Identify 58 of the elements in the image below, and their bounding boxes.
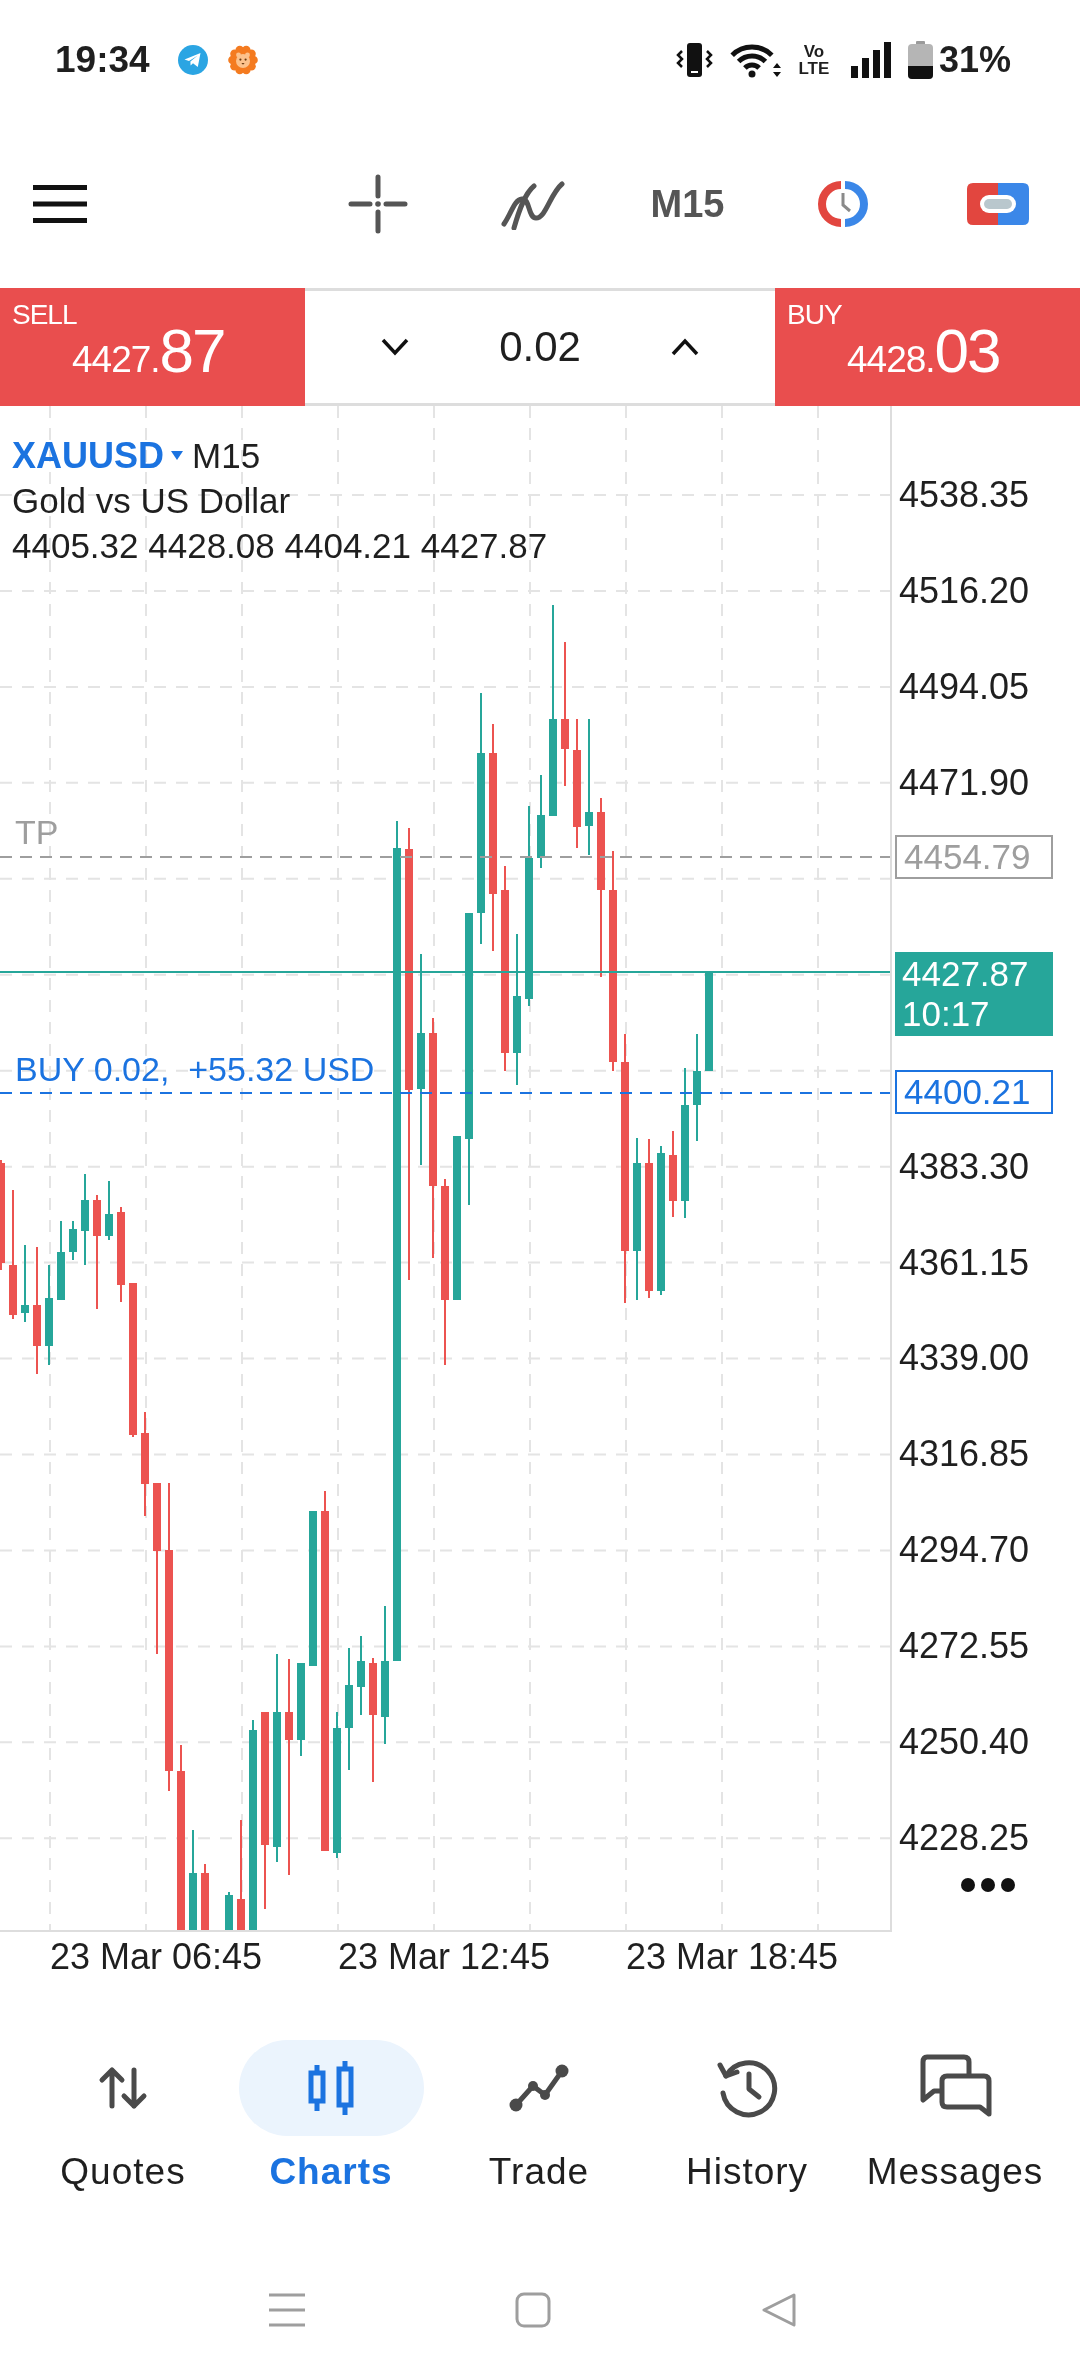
symbol-name[interactable]: XAUUSD <box>12 433 164 478</box>
position-label: BUY 0.02, +55.32 USD <box>15 1049 375 1089</box>
price-tick: 4339.00 <box>899 1337 1030 1380</box>
network-type-label: Vo LTE <box>797 43 831 77</box>
time-tick: 23 Mar 12:45 <box>338 1936 551 1979</box>
timeframe-label: M15 <box>192 435 261 477</box>
price-tick: 4471.90 <box>899 761 1030 804</box>
current-price: 4427.87 <box>902 954 1030 994</box>
price-tick: 4294.70 <box>899 1529 1030 1572</box>
price-tick: 4516.20 <box>899 569 1030 612</box>
price-tick: 4228.25 <box>899 1817 1030 1860</box>
lion-icon <box>227 45 258 75</box>
bar-countdown: 10:17 <box>902 994 991 1034</box>
price-tick: 4272.55 <box>899 1625 1030 1668</box>
signal-icon <box>850 42 891 78</box>
position-price-tag: 4400.21 <box>895 1070 1053 1114</box>
crosshair-icon[interactable] <box>347 174 408 234</box>
square-icon[interactable] <box>515 2291 551 2328</box>
battery-icon <box>907 41 933 79</box>
nav-tab[interactable]: Messages <box>851 2040 1059 2194</box>
take-profit-price-tag: 4454.79 <box>895 835 1053 879</box>
price-tick: 4361.15 <box>899 1241 1030 1284</box>
price-tick: 4316.85 <box>899 1433 1030 1476</box>
chevron-down-icon[interactable] <box>380 336 410 358</box>
status-time: 19:34 <box>55 39 150 81</box>
price-tick: 4538.35 <box>899 473 1030 516</box>
line-chart-icon <box>509 2064 569 2112</box>
paper-plane-icon <box>177 45 208 75</box>
price-tick: 4250.40 <box>899 1721 1030 1764</box>
candlestick <box>69 1221 77 1260</box>
price-tick: 4383.30 <box>899 1145 1030 1188</box>
symbol-description: Gold vs US Dollar <box>12 480 292 522</box>
more-icon[interactable] <box>960 1877 1016 1893</box>
nav-tab[interactable]: Quotes <box>19 2040 227 2194</box>
nav-tab[interactable]: Trade <box>435 2040 643 2194</box>
chevron-up-icon[interactable] <box>670 336 700 358</box>
buy-button[interactable]: BUY 4428.03 <box>775 288 1080 406</box>
caret-icon[interactable] <box>171 451 183 460</box>
time-tick: 23 Mar 06:45 <box>50 1936 263 1979</box>
timeframe-button[interactable]: M15 <box>650 182 725 226</box>
back-icon[interactable] <box>761 2291 797 2328</box>
battery-percentage: 31% <box>938 39 1011 81</box>
ohlc-values: 4405.32 4428.08 4404.21 4427.87 <box>12 525 548 567</box>
candlestick <box>201 1864 209 1930</box>
wave-icon[interactable] <box>499 178 566 230</box>
price-tick: 4494.05 <box>899 665 1030 708</box>
toggle-icon[interactable] <box>966 183 1029 225</box>
candlestick <box>225 1892 233 1930</box>
vibrate-icon <box>675 41 713 79</box>
candlestick <box>105 1181 113 1240</box>
volume-value[interactable]: 0.02 <box>499 323 581 371</box>
nav-tab[interactable]: History <box>643 2040 851 2194</box>
take-profit-label: TP <box>15 812 59 852</box>
history-icon <box>715 2057 779 2119</box>
sell-button[interactable]: SELL 4427.87 <box>0 288 305 406</box>
time-tick: 23 Mar 18:45 <box>626 1936 839 1979</box>
menu-icon[interactable] <box>33 185 87 223</box>
up-down-arrows-icon <box>98 2066 148 2110</box>
